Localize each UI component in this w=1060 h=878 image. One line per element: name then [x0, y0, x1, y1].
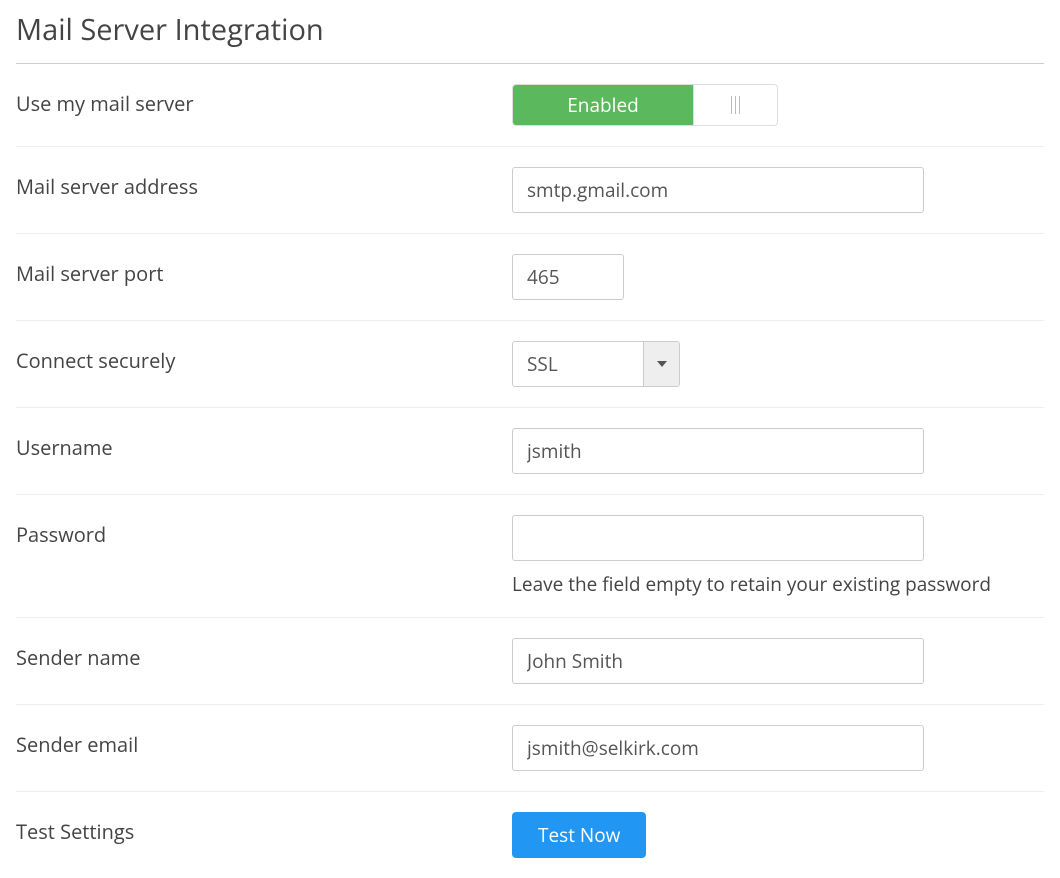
row-mail-server-address: Mail server address — [16, 147, 1044, 234]
mail-server-port-input[interactable] — [512, 254, 624, 300]
row-sender-email: Sender email — [16, 705, 1044, 792]
test-now-button[interactable]: Test Now — [512, 812, 646, 858]
page-title: Mail Server Integration — [16, 10, 1044, 49]
password-help-text: Leave the field empty to retain your exi… — [512, 571, 1044, 597]
sender-name-label: Sender name — [16, 638, 512, 671]
password-label: Password — [16, 515, 512, 548]
username-input[interactable] — [512, 428, 924, 474]
sender-email-input[interactable] — [512, 725, 924, 771]
sender-name-input[interactable] — [512, 638, 924, 684]
chevron-down-icon — [643, 342, 679, 386]
row-connect-securely: Connect securely SSL — [16, 321, 1044, 408]
connect-securely-value: SSL — [513, 342, 643, 386]
row-sender-name: Sender name — [16, 618, 1044, 705]
toggle-enabled-label: Enabled — [513, 85, 693, 125]
row-username: Username — [16, 408, 1044, 495]
sender-email-label: Sender email — [16, 725, 512, 758]
row-use-mail-server: Use my mail server Enabled — [16, 64, 1044, 147]
use-mail-server-label: Use my mail server — [16, 84, 512, 117]
mail-server-address-label: Mail server address — [16, 167, 512, 200]
mail-server-port-label: Mail server port — [16, 254, 512, 287]
mail-server-address-input[interactable] — [512, 167, 924, 213]
connect-securely-label: Connect securely — [16, 341, 512, 374]
row-test-settings: Test Settings Test Now — [16, 792, 1044, 878]
row-password: Password Leave the field empty to retain… — [16, 495, 1044, 618]
password-input[interactable] — [512, 515, 924, 561]
username-label: Username — [16, 428, 512, 461]
row-mail-server-port: Mail server port — [16, 234, 1044, 321]
toggle-handle-icon — [693, 85, 777, 125]
use-mail-server-toggle[interactable]: Enabled — [512, 84, 778, 126]
connect-securely-select[interactable]: SSL — [512, 341, 680, 387]
test-settings-label: Test Settings — [16, 812, 512, 845]
